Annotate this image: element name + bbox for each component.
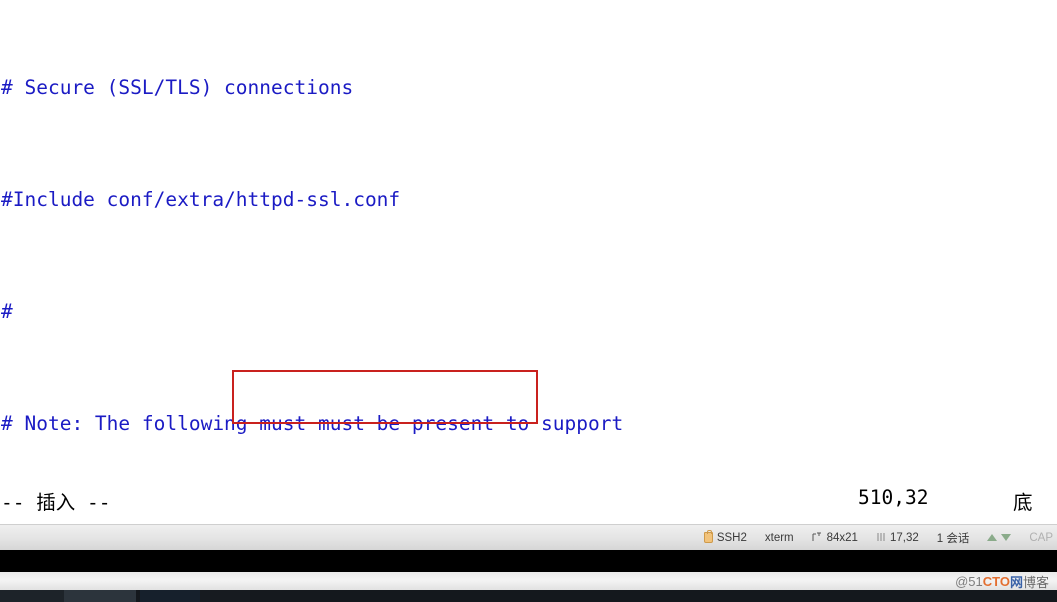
code-line: #	[0, 298, 1057, 326]
watermark-tail: 博客	[1022, 574, 1049, 590]
status-cursor-position[interactable]: 17,32	[867, 529, 928, 547]
status-caps-lock: CAP	[1020, 529, 1057, 547]
app-status-bar: SSH2 xterm 84x21 17,32 1 会话 CAP	[0, 524, 1057, 550]
status-protocol-label: SSH2	[716, 531, 747, 544]
status-caps-lock-label: CAP	[1029, 531, 1053, 544]
taskbar-item[interactable]	[250, 590, 320, 602]
scroll-arrows[interactable]	[978, 529, 1020, 547]
lock-icon	[703, 530, 713, 543]
vim-text-buffer[interactable]: # Secure (SSL/TLS) connections #Include …	[0, 0, 1057, 524]
taskbar-item[interactable]	[200, 590, 250, 602]
code-line: # Secure (SSL/TLS) connections	[0, 74, 1057, 102]
cursor-position-icon	[876, 532, 886, 543]
status-screen-size[interactable]: 84x21	[803, 529, 867, 547]
terminal-viewport[interactable]: # Secure (SSL/TLS) connections #Include …	[0, 0, 1057, 524]
comment-text: #Include conf/extra/httpd-ssl.conf	[1, 188, 401, 211]
status-session-count[interactable]: 1 会话	[928, 529, 979, 547]
watermark-at: @	[955, 573, 969, 589]
taskbar-item[interactable]	[0, 590, 64, 602]
comment-text: # Note: The following must must be prese…	[1, 412, 624, 435]
status-terminal-type-label: xterm	[764, 531, 794, 544]
black-spacer	[0, 550, 1057, 572]
status-terminal-type[interactable]: xterm	[756, 529, 803, 547]
vim-status-line: -- 插入 -- 510,32 底	[0, 486, 1057, 516]
arrow-down-icon[interactable]	[1001, 534, 1012, 541]
watermark: @ 51 CTO 网 博客	[955, 572, 1049, 590]
status-cursor-position-label: 17,32	[889, 531, 919, 544]
vim-ruler: 510,32	[858, 486, 929, 509]
arrow-up-icon[interactable]	[987, 534, 998, 541]
status-screen-size-label: 84x21	[826, 531, 858, 544]
status-protocol[interactable]: SSH2	[695, 529, 756, 547]
comment-text: # Secure (SSL/TLS) connections	[1, 76, 354, 99]
watermark-51: 51	[968, 573, 983, 589]
code-line: # Note: The following must must be prese…	[0, 410, 1057, 438]
taskbar-empty-area[interactable]	[320, 590, 1057, 602]
vim-mode-indicator: -- 插入 --	[1, 491, 111, 514]
page-strip	[0, 572, 1057, 590]
taskbar-item-active[interactable]	[64, 590, 136, 602]
code-line: #Include conf/extra/httpd-ssl.conf	[0, 186, 1057, 214]
watermark-cto: CTO	[982, 573, 1010, 589]
comment-text: #	[1, 300, 13, 323]
screen-root: # Secure (SSL/TLS) connections #Include …	[0, 0, 1057, 602]
status-session-count-label: 1 会话	[936, 532, 970, 545]
watermark-net: 网	[1009, 574, 1023, 590]
resize-icon	[812, 532, 823, 543]
taskbar-item[interactable]	[140, 590, 200, 602]
vim-scroll-position: 底	[1013, 491, 1033, 514]
os-taskbar[interactable]	[0, 590, 1057, 602]
